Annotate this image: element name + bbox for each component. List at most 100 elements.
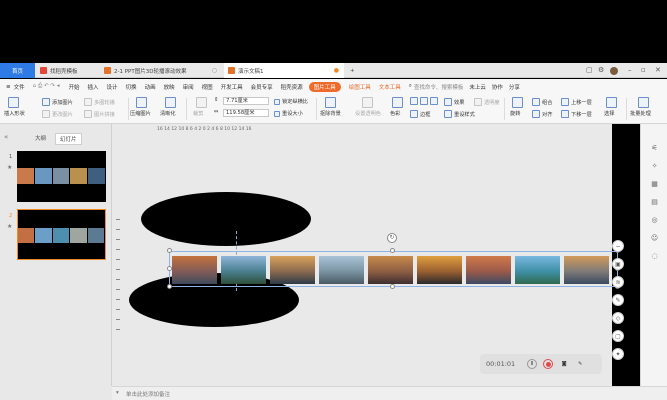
photo-5[interactable] xyxy=(368,256,413,284)
insert-shape-button[interactable]: 插入形状 xyxy=(4,110,25,117)
lock-ratio-checkbox[interactable]: 锁定纵横比 xyxy=(274,98,308,105)
avatar[interactable] xyxy=(610,67,618,75)
layers-icon[interactable]: ≋ xyxy=(612,276,624,288)
notes-bar[interactable]: ▾ 单击此处添加备注 xyxy=(112,386,667,400)
fill-icon[interactable]: ◇ xyxy=(612,312,624,324)
resize-handle[interactable] xyxy=(390,284,395,289)
pen-icon[interactable]: ✎ xyxy=(575,359,585,369)
menu-member[interactable]: 会员专享 xyxy=(251,83,273,91)
tab-home[interactable]: 首页 xyxy=(0,63,35,78)
top-ellipse-shape[interactable] xyxy=(141,192,311,246)
search-input[interactable]: 查找命令、搜索模板 xyxy=(414,83,464,91)
tab-outline[interactable]: 大纲 xyxy=(35,134,46,142)
reset-size-button[interactable]: 重设大小 xyxy=(274,110,303,117)
tab-template[interactable]: 找稻壳模板 xyxy=(36,63,98,78)
layout-icon[interactable]: ▦ xyxy=(650,180,659,189)
slide-thumbnail-2[interactable] xyxy=(17,209,106,260)
slide-canvas[interactable]: ↻ xyxy=(124,134,620,386)
layout-icon[interactable]: ▣ xyxy=(612,258,624,270)
user-icon[interactable]: ☺ xyxy=(650,234,659,243)
tab-close-icon[interactable]: ○ xyxy=(212,67,217,74)
select-icon[interactable] xyxy=(606,97,619,108)
reset-style-button[interactable]: 重设样式 xyxy=(444,110,475,118)
color-icon[interactable] xyxy=(392,97,405,108)
menu-animation[interactable]: 动画 xyxy=(145,83,156,91)
menu-picture-tools[interactable]: 图片工具 xyxy=(308,81,341,92)
photo-6[interactable] xyxy=(417,256,462,284)
align-button[interactable]: 对齐 xyxy=(532,110,552,118)
picture-strip[interactable] xyxy=(172,254,618,286)
menu-docer-resources[interactable]: 稻壳资源 xyxy=(281,83,303,91)
collapse-panel-icon[interactable]: « xyxy=(4,133,8,141)
border-button[interactable]: 边框 xyxy=(410,110,430,118)
photo-1[interactable] xyxy=(172,256,217,284)
stop-record-icon[interactable] xyxy=(543,359,554,369)
menu-transition[interactable]: 切换 xyxy=(126,83,137,91)
effect-button[interactable]: 效果 xyxy=(444,98,464,106)
magic-icon[interactable]: ✧ xyxy=(650,162,659,171)
slide-thumbnail-1[interactable] xyxy=(17,151,106,202)
batch-icon[interactable] xyxy=(638,97,651,108)
gallery-icon[interactable]: ▤ xyxy=(650,198,659,207)
collaborate-button[interactable]: 协作 xyxy=(492,83,503,91)
notes-toggle-icon[interactable]: ▾ xyxy=(116,390,119,396)
minimize-icon[interactable]: – xyxy=(628,66,632,74)
photo-4[interactable] xyxy=(319,256,364,284)
tab-presentation1[interactable]: 演示文稿1 ● xyxy=(224,63,344,78)
menu-review[interactable]: 审阅 xyxy=(183,83,194,91)
menu-text-tools[interactable]: 文本工具 xyxy=(379,83,401,91)
resize-handle[interactable] xyxy=(167,248,172,253)
pen-icon[interactable]: ✎ xyxy=(612,294,624,306)
photo-2[interactable] xyxy=(221,256,266,284)
sharpen-button[interactable]: 清晰化 xyxy=(160,110,176,117)
resize-handle[interactable] xyxy=(167,284,172,289)
insert-shape-icon[interactable] xyxy=(8,97,21,108)
close-icon[interactable]: ✕ xyxy=(655,66,661,74)
new-tab-button[interactable]: + xyxy=(346,63,358,78)
camera-icon[interactable]: ◙ xyxy=(559,359,569,369)
add-picture-button[interactable]: 添加图片 xyxy=(42,98,73,106)
maximize-icon[interactable]: ▫ xyxy=(641,66,646,74)
settings-icon[interactable]: ⚙ xyxy=(598,66,604,74)
batch-process-button[interactable]: 批量处理 xyxy=(630,110,651,117)
width-input[interactable]: 119.58厘米 xyxy=(223,109,269,117)
frame-icon[interactable]: ▢ xyxy=(612,330,624,342)
menu-slideshow[interactable]: 放映 xyxy=(164,83,175,91)
rotate-icon[interactable] xyxy=(512,97,525,108)
compress-icon[interactable] xyxy=(136,97,149,108)
menu-view[interactable]: 视图 xyxy=(202,83,213,91)
sharpen-icon[interactable] xyxy=(165,97,178,108)
properties-icon[interactable]: ⚟ xyxy=(650,144,659,153)
send-down-button[interactable]: 下移一层 xyxy=(561,110,592,118)
pause-icon[interactable]: Ⅱ xyxy=(527,359,538,369)
bulb-icon[interactable]: ◌ xyxy=(650,252,659,261)
notes-placeholder[interactable]: 单击此处添加备注 xyxy=(126,390,170,398)
photo-9[interactable] xyxy=(564,256,609,284)
minus-icon[interactable]: − xyxy=(612,240,624,252)
quick-style-icons[interactable] xyxy=(410,97,440,105)
bring-up-button[interactable]: 上移一层 xyxy=(561,98,592,106)
share-button[interactable]: 分享 xyxy=(509,83,520,91)
resize-handle[interactable] xyxy=(167,266,172,271)
photo-7[interactable] xyxy=(466,256,511,284)
quick-access-icons[interactable]: ⌂ ⎙ ↶ ↷ ◂ xyxy=(33,83,60,90)
menu-home[interactable]: 开始 xyxy=(69,83,80,91)
height-input[interactable]: 7.71厘米 xyxy=(223,97,269,105)
color-button[interactable]: 色彩 xyxy=(390,110,400,117)
photo-8[interactable] xyxy=(515,256,560,284)
menu-drawing-tools[interactable]: 绘图工具 xyxy=(349,83,371,91)
rotate-button[interactable]: 旋转 xyxy=(510,110,520,117)
cloud-status[interactable]: 未上云 xyxy=(469,83,486,91)
compress-button[interactable]: 压缩图片 xyxy=(130,110,151,117)
combine-button[interactable]: 组合 xyxy=(532,98,552,106)
menu-devtools[interactable]: 开发工具 xyxy=(221,83,243,91)
tab-slides[interactable]: 幻灯片 xyxy=(55,133,82,145)
menu-insert[interactable]: 插入 xyxy=(88,83,99,91)
photo-3[interactable] xyxy=(270,256,315,284)
tab-doc-carousel[interactable]: 2-1 PPT图片3D轮播滚动效果 ○ xyxy=(100,63,222,78)
menu-design[interactable]: 设计 xyxy=(107,83,118,91)
resize-handle[interactable] xyxy=(390,248,395,253)
menu-file[interactable]: 文件 xyxy=(14,83,25,91)
location-icon[interactable]: ◎ xyxy=(650,216,659,225)
hamburger-icon[interactable]: ≡ xyxy=(6,84,11,90)
